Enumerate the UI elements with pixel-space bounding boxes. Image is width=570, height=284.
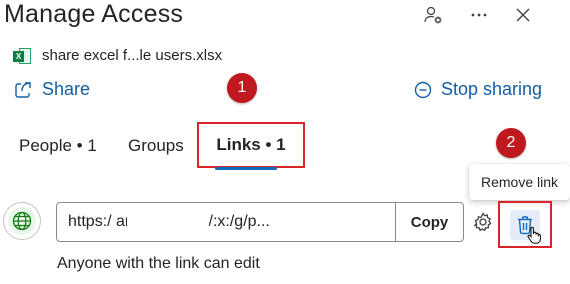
remove-link-tooltip: Remove link	[469, 164, 570, 200]
link-type-badge	[3, 202, 41, 240]
annotation-marker-1: 1	[227, 73, 257, 103]
link-permission-text: Anyone with the link can edit	[57, 255, 260, 272]
file-name: share excel f...le users.xlsx	[42, 47, 223, 64]
copy-label: Copy	[410, 213, 449, 231]
excel-file-icon: X	[13, 47, 31, 64]
tab-selected-indicator	[215, 167, 277, 170]
globe-icon	[12, 211, 32, 231]
file-info: X share excel f...le users.xlsx	[13, 47, 222, 64]
share-label: Share	[42, 79, 91, 99]
page-title: Manage Access	[4, 0, 184, 28]
share-button[interactable]: Share	[13, 79, 90, 100]
tab-links[interactable]: Links • 1	[197, 122, 305, 168]
annotation-marker-2: 2	[496, 128, 526, 158]
link-url-text[interactable]: https:/ arepoint.com/:x:/g/p...	[57, 203, 395, 241]
share-icon	[15, 81, 31, 98]
more-icon[interactable]	[468, 4, 490, 26]
tooltip-text: Remove link	[480, 174, 559, 190]
tab-people[interactable]: People • 1	[19, 136, 97, 156]
minus-circle-icon	[414, 81, 432, 98]
close-icon[interactable]	[512, 4, 534, 26]
gear-icon[interactable]	[472, 211, 494, 233]
tab-groups[interactable]: Groups	[128, 136, 184, 156]
hand-cursor-icon	[527, 226, 541, 244]
link-url-field[interactable]: https:/ arepoint.com/:x:/g/p... Copy	[56, 202, 464, 242]
copy-button[interactable]: Copy	[395, 203, 463, 241]
stop-sharing-button[interactable]: Stop sharing	[413, 79, 542, 100]
remove-link-button[interactable]	[498, 201, 552, 248]
tab-links-label: Links • 1	[216, 135, 286, 154]
stop-sharing-label: Stop sharing	[441, 79, 543, 99]
person-settings-icon[interactable]	[422, 4, 444, 26]
redaction-block	[127, 211, 209, 235]
